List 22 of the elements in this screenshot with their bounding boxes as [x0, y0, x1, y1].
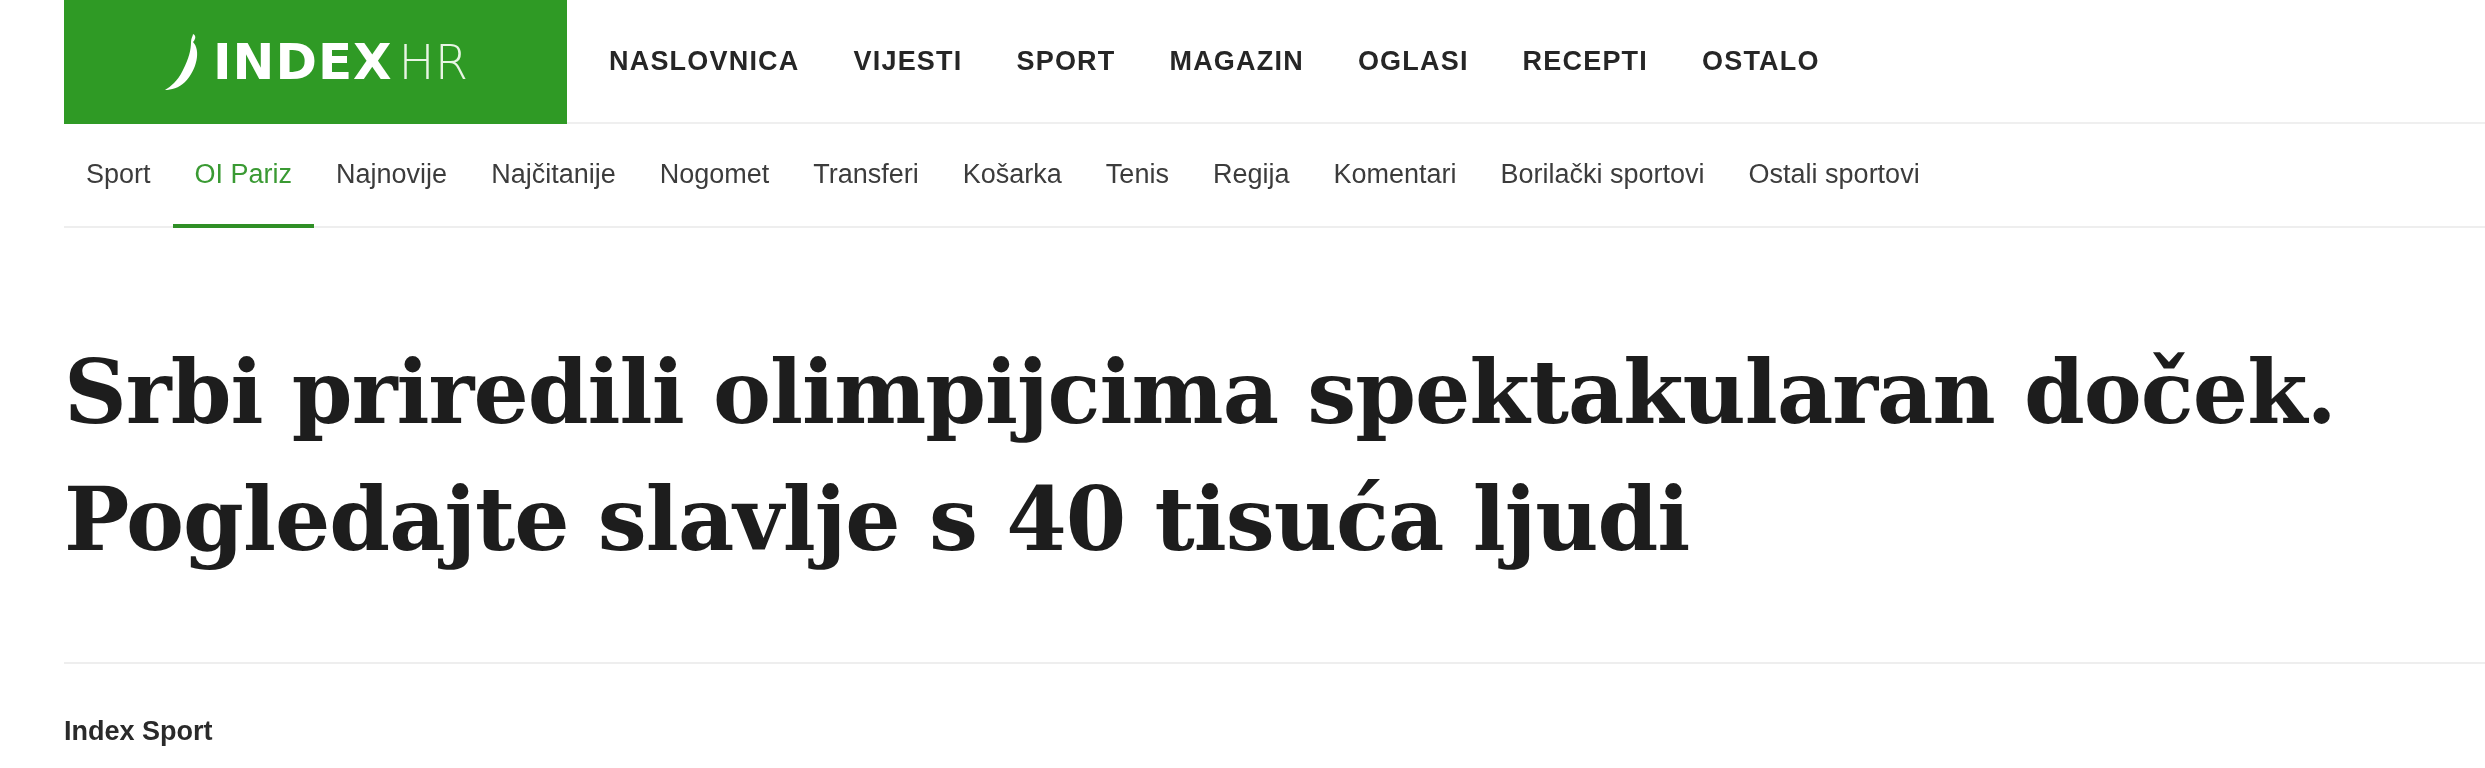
category-tab[interactable]: Transferi — [791, 124, 941, 228]
nav-link[interactable]: OGLASI — [1357, 45, 1469, 77]
nav-link[interactable]: SPORT — [1016, 45, 1116, 77]
article-headline: Srbi priredili olimpijcima spektakularan doček. Pogledajte slavlje s 40 tisuća ljudi — [64, 341, 2336, 571]
category-tab[interactable]: Borilački sportovi — [1478, 124, 1727, 228]
nav-link[interactable]: NASLOVNICA — [609, 45, 800, 77]
category-tab[interactable]: Košarka — [940, 124, 1084, 228]
category-tab[interactable]: Najčitanije — [469, 124, 638, 228]
category-tab[interactable]: Komentari — [1311, 124, 1479, 228]
category-tab[interactable]: OI Pariz — [172, 124, 315, 228]
category-tab[interactable]: Sport — [64, 124, 173, 228]
category-tab[interactable]: Ostali sportovi — [1726, 124, 1942, 228]
category-tab[interactable]: Nogomet — [637, 124, 792, 228]
category-tab[interactable]: Tenis — [1083, 124, 1191, 228]
nav-link[interactable]: RECEPTI — [1522, 45, 1648, 77]
nav-link[interactable]: MAGAZIN — [1169, 45, 1304, 77]
category-tab[interactable]: Regija — [1190, 124, 1312, 228]
article-author: Index Sport — [64, 716, 213, 746]
site-logo[interactable]: INDEX HR — [64, 0, 567, 124]
category-tab[interactable]: Najnovije — [314, 124, 470, 228]
nav-link[interactable]: OSTALO — [1702, 45, 1820, 77]
nav-link[interactable]: VIJESTI — [853, 45, 963, 77]
